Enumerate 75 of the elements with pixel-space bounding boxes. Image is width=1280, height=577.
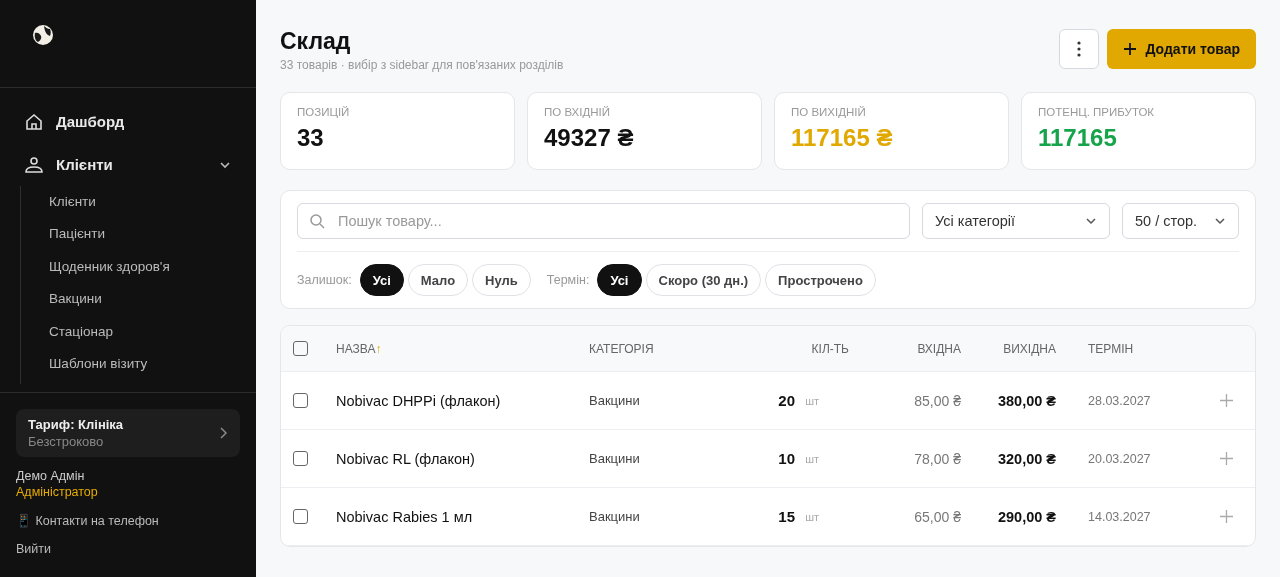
user-role: Адміністратор — [16, 485, 99, 500]
product-name: Nobivac Rabies 1 мл — [336, 508, 474, 525]
chevron-right-icon — [218, 426, 228, 441]
plus-icon — [1123, 42, 1138, 56]
quantity-cell: 20 — [778, 392, 795, 409]
row-checkbox[interactable] — [293, 509, 308, 524]
stat-label: ПОЗИЦІЙ — [297, 106, 351, 118]
page-size-select[interactable]: 50 / стор. — [1122, 203, 1239, 239]
unit-label: шт — [804, 394, 819, 407]
purchase-price-cell-text: 78,00 ₴ — [913, 450, 961, 467]
column-header[interactable]: ВХІДНА — [849, 341, 961, 356]
quantity-cell: 15 — [778, 508, 795, 525]
product-name: Nobivac DHPPi (флакон) — [336, 392, 502, 409]
nav-item[interactable]: Клієнти — [16, 143, 240, 186]
plan-title: Тариф: Клініка — [28, 417, 124, 433]
unit-label: шт — [804, 510, 819, 523]
page-title: Склад — [280, 28, 352, 54]
nav-subitem[interactable]: Пацієнти — [21, 218, 240, 251]
unit-label: шт — [804, 452, 819, 465]
nav-item[interactable]: Дашборд — [16, 100, 240, 143]
contacts-link[interactable]: 📱 Контакти на телефон — [16, 513, 240, 529]
stat-value: 117165 — [1038, 124, 1118, 152]
globe-logo-icon — [32, 24, 54, 46]
category-cell-text: Вакцини — [589, 393, 641, 408]
column-header[interactable]: КІЛ-ТЬ — [739, 341, 849, 356]
filter-chip[interactable]: Скоро (30 дн.) — [645, 264, 762, 296]
nav-subitem[interactable]: Клієнти — [21, 186, 240, 219]
row-checkbox[interactable] — [293, 451, 308, 466]
purchase-price-cell-text: 85,00 ₴ — [913, 392, 961, 409]
category-select[interactable]: Усі категорії — [922, 203, 1110, 239]
user-name: Демо Адмін — [16, 469, 86, 484]
add-product-button[interactable]: Додати товар — [1107, 29, 1256, 69]
filter-chip[interactable]: Нуль — [472, 264, 531, 296]
select-all-checkbox[interactable] — [293, 341, 308, 356]
stat-value: 117165 ₴ — [791, 124, 894, 152]
nav-subitem[interactable]: Шаблони візиту — [21, 347, 240, 381]
home-icon — [24, 111, 44, 132]
nav-subitem[interactable]: Вакцини — [21, 283, 240, 316]
nav-subitem[interactable]: Щоденник здоров'я — [21, 250, 240, 284]
filter-chip[interactable]: Прострочено — [765, 264, 876, 296]
filter-label: Термін: — [546, 273, 590, 287]
filter-chip[interactable]: Мало — [407, 264, 469, 296]
stat-value: 49327 ₴ — [544, 124, 635, 152]
plan-card[interactable]: Тариф: Клініка Безстроково — [16, 409, 240, 458]
filter-label: Залишок: — [297, 273, 352, 287]
stat-label: ПО ВИХІДНІЙ — [791, 106, 867, 118]
category-cell-text: Вакцини — [589, 509, 641, 524]
purchase-price-cell-text: 65,00 ₴ — [913, 508, 961, 525]
page-subtitle: 33 товарів · вибір з sidebar для пов'язаних розділів — [280, 58, 565, 72]
expiry-date-cell-text: 14.03.2027 — [1087, 509, 1152, 524]
filter-chip[interactable]: Усі — [597, 264, 642, 296]
category-cell-text: Вакцини — [589, 451, 641, 466]
filter-chip[interactable]: Усі — [359, 264, 404, 296]
nav-subitem[interactable]: Стаціонар — [21, 315, 240, 348]
more-icon — [1077, 41, 1082, 57]
expiry-date-cell-text: 28.03.2027 — [1087, 393, 1152, 408]
column-header[interactable]: ТЕРМІН — [1056, 341, 1188, 356]
sale-price-cell-text: 380,00 ₴ — [996, 392, 1056, 409]
caret-icon — [1085, 215, 1097, 227]
caret-icon — [1214, 215, 1226, 227]
stat-label: ПО ВХІДНІЙ — [544, 106, 611, 118]
stat-value: 33 — [297, 124, 325, 152]
column-header[interactable]: НАЗВА↑ — [336, 341, 589, 356]
product-name: Nobivac RL (флакон) — [336, 450, 476, 467]
quantity-cell: 10 — [778, 450, 795, 467]
column-header[interactable]: ВИХІДНА — [961, 341, 1056, 356]
row-checkbox[interactable] — [293, 393, 308, 408]
search-field[interactable]: Пошук товару... — [297, 203, 910, 239]
stat-label: ПОТЕНЦ. ПРИБУТОК — [1038, 106, 1156, 118]
sale-price-cell-text: 320,00 ₴ — [996, 450, 1056, 467]
logout-link[interactable]: Вийти — [16, 542, 240, 557]
expiry-date-cell-text: 20.03.2027 — [1087, 451, 1152, 466]
plan-subtitle: Безстроково — [28, 434, 105, 450]
sale-price-cell-text: 290,00 ₴ — [996, 508, 1056, 525]
column-header[interactable]: КАТЕГОРІЯ — [589, 341, 739, 356]
